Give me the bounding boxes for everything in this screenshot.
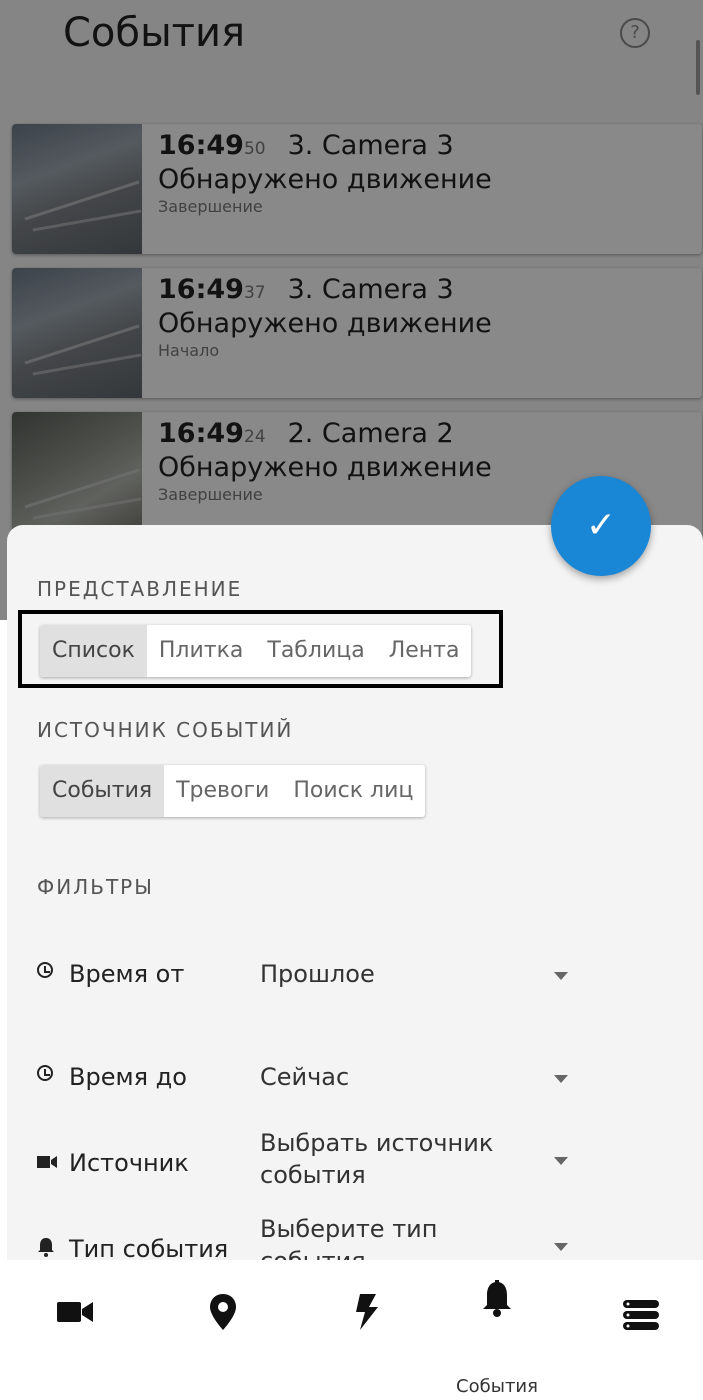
highlight-frame bbox=[18, 610, 503, 688]
filter-label: Время до bbox=[69, 1063, 187, 1091]
source-section-label: ИСТОЧНИК СОБЫТИЙ bbox=[37, 718, 294, 742]
dropdown-arrow-icon[interactable] bbox=[554, 1157, 568, 1165]
nav-item-map[interactable] bbox=[173, 1260, 273, 1400]
nav-label-events: События bbox=[456, 1376, 538, 1397]
bell-icon bbox=[482, 1280, 512, 1322]
filter-time-from[interactable]: Время от Прошлое bbox=[7, 950, 703, 1020]
bell-icon bbox=[37, 1237, 55, 1262]
filter-label: Время от bbox=[69, 960, 185, 988]
clock-icon bbox=[37, 1065, 53, 1086]
source-option-events[interactable]: События bbox=[40, 765, 165, 817]
nav-item-events[interactable]: События bbox=[447, 1260, 547, 1400]
filter-value[interactable]: Прошлое bbox=[260, 958, 530, 990]
menu-stack-icon bbox=[623, 1300, 659, 1334]
video-camera-icon bbox=[37, 1153, 57, 1174]
nav-item-actions[interactable] bbox=[317, 1260, 417, 1400]
event-source-selector: События Тревоги Поиск лиц bbox=[40, 765, 426, 817]
nav-item-menu[interactable] bbox=[591, 1260, 691, 1400]
filter-label: Источник bbox=[69, 1149, 189, 1177]
filter-source[interactable]: Источник Выбрать источник события bbox=[7, 1125, 703, 1195]
nav-item-cameras[interactable] bbox=[25, 1260, 125, 1400]
filters-section-label: ФИЛЬТРЫ bbox=[37, 875, 154, 899]
view-section-label: ПРЕДСТАВЛЕНИЕ bbox=[37, 577, 243, 601]
map-pin-icon bbox=[210, 1294, 236, 1334]
events-screen: События ? 16:4950 3. Camera 3 Обнаружено … bbox=[0, 0, 703, 1400]
apply-button[interactable]: ✓ bbox=[551, 476, 651, 576]
filter-label: Тип события bbox=[69, 1235, 229, 1263]
filter-value[interactable]: Выбрать источник события bbox=[260, 1127, 530, 1191]
dropdown-arrow-icon[interactable] bbox=[554, 972, 568, 980]
source-option-face-search[interactable]: Поиск лиц bbox=[281, 765, 425, 817]
dropdown-arrow-icon[interactable] bbox=[554, 1243, 568, 1251]
filter-time-to[interactable]: Время до Сейчас bbox=[7, 1053, 703, 1123]
dropdown-arrow-icon[interactable] bbox=[554, 1075, 568, 1083]
video-camera-icon bbox=[57, 1300, 93, 1328]
clock-icon bbox=[37, 962, 53, 983]
bottom-nav: События bbox=[0, 1260, 703, 1400]
source-option-alarms[interactable]: Тревоги bbox=[164, 765, 281, 817]
lightning-icon bbox=[356, 1294, 378, 1334]
checkmark-icon: ✓ bbox=[585, 505, 617, 546]
filter-value[interactable]: Сейчас bbox=[260, 1061, 530, 1093]
